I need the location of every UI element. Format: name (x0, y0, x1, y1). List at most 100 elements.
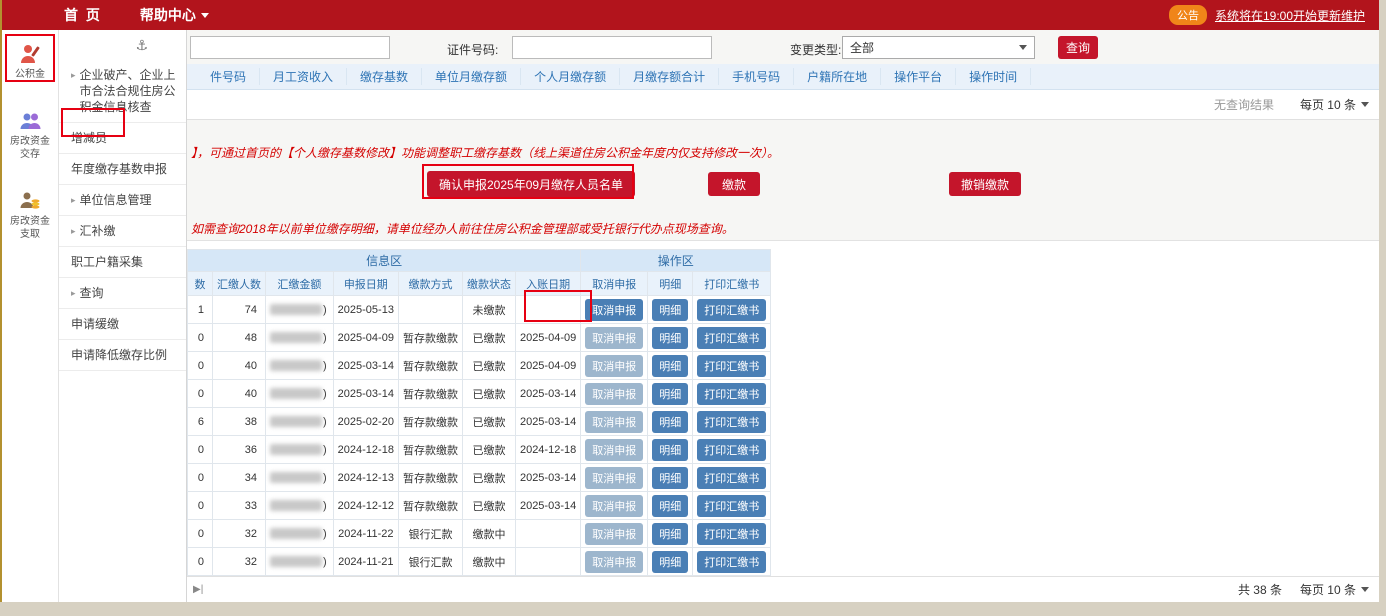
print-remittance-button-cell: 打印汇缴书 (693, 464, 771, 492)
table-row: 048)2025-04-09暂存款缴款已缴款2025-04-09取消申报明细打印… (188, 324, 771, 352)
change-count-cell: 0 (188, 352, 213, 380)
column-header: 取消申报 (581, 272, 648, 296)
cancel-declare-button[interactable]: 取消申报 (585, 411, 643, 433)
people-count-cell: 36 (213, 436, 266, 464)
detail-button[interactable]: 明细 (652, 327, 688, 349)
first-filter-input[interactable] (190, 36, 390, 59)
menu-item-label: 年度缴存基数申报 (71, 161, 167, 177)
anchor-icon[interactable]: ⚓ (135, 37, 148, 54)
query-button[interactable]: 查询 (1058, 36, 1098, 59)
detail-button-cell: 明细 (648, 408, 693, 436)
column-header: 汇缴人数 (213, 272, 266, 296)
pager-last-icon[interactable]: ▶| (193, 584, 203, 595)
result-column-header: 操作时间 (956, 68, 1031, 85)
print-remittance-button[interactable]: 打印汇缴书 (697, 299, 766, 321)
method-cell: 暂存款缴款 (398, 352, 462, 380)
confirm-declare-button[interactable]: 确认申报2025年09月缴存人员名单 (427, 171, 635, 197)
menu-item[interactable]: ▸汇补缴 (59, 216, 186, 247)
nav-help-center[interactable]: 帮助中心 (140, 5, 209, 25)
cert-number-input[interactable] (512, 36, 712, 59)
nav-home[interactable]: 首 页 (64, 5, 102, 25)
cancel-pay-button[interactable]: 撤销缴款 (949, 172, 1021, 196)
page-size-select[interactable]: 每页 10 条 (1300, 96, 1369, 113)
cancel-declare-button-cell: 取消申报 (581, 408, 648, 436)
cancel-declare-button[interactable]: 取消申报 (585, 495, 643, 517)
menu-item[interactable]: ▸企业破产、企业上市合法合规住房公积金信息核查 (59, 60, 186, 123)
detail-button[interactable]: 明细 (652, 411, 688, 433)
detail-button[interactable]: 明细 (652, 383, 688, 405)
detail-button[interactable]: 明细 (652, 355, 688, 377)
result-column-header: 月缴存额合计 (620, 68, 719, 85)
result-column-header: 缴存基数 (347, 68, 422, 85)
pager: ▶| 共 38 条 每页 10 条 (187, 576, 1379, 602)
print-remittance-button[interactable]: 打印汇缴书 (697, 551, 766, 573)
cancel-declare-button[interactable]: 取消申报 (585, 299, 643, 321)
cancel-declare-button[interactable]: 取消申报 (585, 383, 643, 405)
amount-cell: ) (266, 464, 334, 492)
announcement-badge[interactable]: 公告 (1169, 5, 1207, 25)
menu-item-label: 企业破产、企业上市合法合规住房公积金信息核查 (80, 67, 178, 115)
detail-button[interactable]: 明细 (652, 439, 688, 461)
print-remittance-button[interactable]: 打印汇缴书 (697, 411, 766, 433)
print-remittance-button[interactable]: 打印汇缴书 (697, 383, 766, 405)
rail-item-provident-fund[interactable]: 公积金 (2, 36, 58, 87)
print-remittance-button-cell: 打印汇缴书 (693, 408, 771, 436)
cancel-declare-button[interactable]: 取消申报 (585, 439, 643, 461)
side-rail: 公积金 房改资金交存 房改资金支取 (2, 30, 59, 602)
menu-item[interactable]: 申请缓缴 (59, 309, 186, 340)
amount-cell: ) (266, 408, 334, 436)
menu-item[interactable]: 增减员 (59, 123, 186, 154)
detail-button[interactable]: 明细 (652, 495, 688, 517)
print-remittance-button[interactable]: 打印汇缴书 (697, 439, 766, 461)
change-count-cell: 0 (188, 548, 213, 576)
cancel-declare-button[interactable]: 取消申报 (585, 327, 643, 349)
menu-item[interactable]: 申请降低缴存比例 (59, 340, 186, 371)
right-edge-strip (1379, 0, 1386, 616)
top-nav-right: 公告 系统将在19:00开始更新维护 (1169, 5, 1365, 25)
print-remittance-button[interactable]: 打印汇缴书 (697, 523, 766, 545)
entry-date-cell: 2025-03-14 (515, 492, 580, 520)
menu-item[interactable]: ▸查询 (59, 278, 186, 309)
pay-button[interactable]: 缴款 (708, 172, 760, 196)
entry-date-cell (515, 520, 580, 548)
rail-item-housing-withdraw[interactable]: 房改资金支取 (2, 183, 58, 247)
table-row: 040)2025-03-14暂存款缴款已缴款2025-03-14取消申报明细打印… (188, 380, 771, 408)
menu-item[interactable]: 年度缴存基数申报 (59, 154, 186, 185)
menu-item[interactable]: 职工户籍采集 (59, 247, 186, 278)
detail-button[interactable]: 明细 (652, 467, 688, 489)
print-remittance-button[interactable]: 打印汇缴书 (697, 327, 766, 349)
status-cell: 已缴款 (462, 408, 515, 436)
redacted-amount (270, 360, 322, 371)
page-size-select[interactable]: 每页 10 条 (1300, 581, 1369, 598)
detail-button[interactable]: 明细 (652, 523, 688, 545)
detail-button-cell: 明细 (648, 492, 693, 520)
maintenance-notice-link[interactable]: 系统将在19:00开始更新维护 (1215, 7, 1365, 24)
rail-item-label: 房改资金交存 (8, 135, 52, 161)
menu-item[interactable]: ▸单位信息管理 (59, 185, 186, 216)
detail-button[interactable]: 明细 (652, 551, 688, 573)
amount-cell: ) (266, 352, 334, 380)
column-header: 缴款状态 (462, 272, 515, 296)
actions-row: 确认申报2025年09月缴存人员名单 缴款 撤销缴款 (187, 166, 1379, 202)
status-cell: 已缴款 (462, 492, 515, 520)
table-row: 034)2024-12-13暂存款缴款已缴款2025-03-14取消申报明细打印… (188, 464, 771, 492)
people-count-cell: 34 (213, 464, 266, 492)
column-header: 申报日期 (333, 272, 398, 296)
no-result-text: 无查询结果 (1214, 96, 1274, 113)
amount-cell: ) (266, 548, 334, 576)
print-remittance-button[interactable]: 打印汇缴书 (697, 355, 766, 377)
cancel-declare-button[interactable]: 取消申报 (585, 355, 643, 377)
rail-item-housing-deposit[interactable]: 房改资金交存 (2, 103, 58, 167)
cancel-declare-button[interactable]: 取消申报 (585, 467, 643, 489)
group-header-actions: 操作区 (581, 250, 771, 272)
redacted-amount (270, 500, 322, 511)
entry-date-cell (515, 548, 580, 576)
cancel-declare-button[interactable]: 取消申报 (585, 551, 643, 573)
change-type-select[interactable]: 全部 (842, 36, 1035, 59)
print-remittance-button[interactable]: 打印汇缴书 (697, 467, 766, 489)
column-header: 明细 (648, 272, 693, 296)
detail-button[interactable]: 明细 (652, 299, 688, 321)
print-remittance-button[interactable]: 打印汇缴书 (697, 495, 766, 517)
cancel-declare-button[interactable]: 取消申报 (585, 523, 643, 545)
redacted-amount (270, 304, 322, 315)
